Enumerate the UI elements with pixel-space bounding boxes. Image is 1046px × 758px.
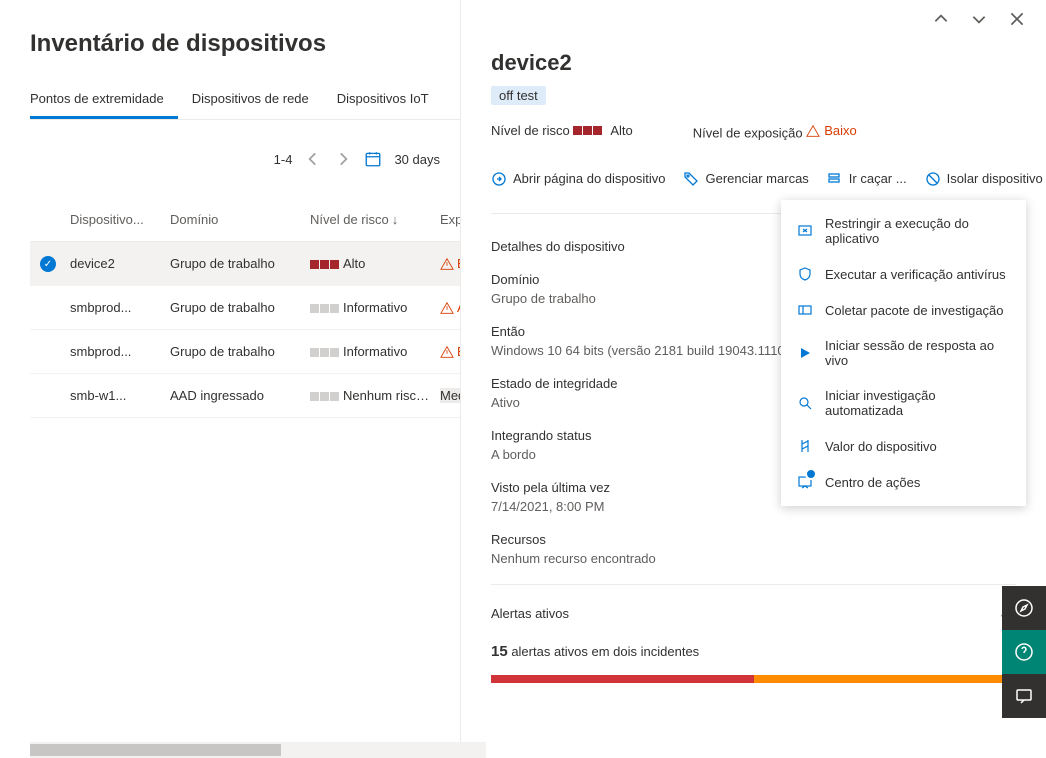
table-header: Dispositivo... Domínio Nível de risco↓ E… — [30, 198, 460, 242]
field-resources-label: Recursos — [491, 532, 1016, 547]
menu-automated-investigation[interactable]: Iniciar investigação automatizada — [781, 378, 1026, 428]
cell-exposure: Alto — [440, 300, 460, 315]
alerts-count-text: 15 alertas ativos em dois incidentes — [491, 643, 1016, 660]
cell-domain: Grupo de trabalho — [170, 300, 310, 315]
row-count: 1-4 — [274, 152, 293, 167]
table-row[interactable]: ✓ device2 Grupo de trabalho Alto Baixo — [30, 242, 460, 286]
active-alerts-title: Alertas ativos — [491, 606, 569, 621]
cell-risk: Informativo — [310, 344, 440, 359]
prev-page-button[interactable] — [304, 150, 322, 168]
fab-feedback-button[interactable] — [1002, 674, 1046, 718]
tabs-bar: Pontos de extremidade Dispositivos de re… — [30, 83, 460, 120]
cell-exposure: Medio ... — [440, 388, 460, 403]
go-hunt-button[interactable]: Ir caçar ... — [827, 171, 907, 187]
table-row[interactable]: smbprod... Grupo de trabalho Informativo… — [30, 286, 460, 330]
table-row[interactable]: smb-w1... AAD ingressado Nenhum risco co… — [30, 374, 460, 418]
tab-endpoints[interactable]: Pontos de extremidade — [30, 83, 178, 119]
col-exposure[interactable]: Exposição de... — [440, 212, 460, 227]
device-tag[interactable]: off test — [491, 86, 546, 105]
cell-device: smbprod... — [70, 344, 170, 359]
time-range[interactable]: 30 days — [394, 152, 440, 167]
tab-network-devices[interactable]: Dispositivos de rede — [192, 83, 323, 119]
list-toolbar: 1-4 30 days — [30, 150, 460, 168]
menu-restrict-app[interactable]: Restringir a execução do aplicativo — [781, 206, 1026, 256]
page-title: Inventário de dispositivos — [30, 30, 460, 58]
cell-exposure: Baixo — [440, 256, 460, 271]
next-page-button[interactable] — [334, 150, 352, 168]
cell-exposure: Baixo — [440, 344, 460, 359]
floating-buttons — [1002, 586, 1046, 718]
cell-risk: Informativo — [310, 300, 440, 315]
isolate-device-button[interactable]: Isolar dispositivo — [925, 171, 1043, 187]
horizontal-scrollbar[interactable] — [30, 742, 486, 758]
selected-check-icon: ✓ — [40, 256, 56, 272]
cell-device: smbprod... — [70, 300, 170, 315]
actions-menu: Restringir a execução do aplicativo Exec… — [781, 200, 1026, 506]
cell-device: smb-w1... — [70, 388, 170, 403]
device-panel: device2 off test Nível de risco Alto Nív… — [460, 0, 1046, 758]
sort-desc-icon: ↓ — [392, 212, 399, 227]
cell-domain: Grupo de trabalho — [170, 344, 310, 359]
cell-device: device2 — [70, 256, 170, 271]
panel-down-button[interactable] — [970, 10, 988, 28]
manage-tags-button[interactable]: Gerenciar marcas — [683, 171, 808, 187]
menu-collect-package[interactable]: Coletar pacote de investigação — [781, 292, 1026, 328]
cell-risk: Alto — [310, 256, 440, 271]
cell-domain: Grupo de trabalho — [170, 256, 310, 271]
menu-device-value[interactable]: Valor do dispositivo — [781, 428, 1026, 464]
tab-iot-devices[interactable]: Dispositivos IoT — [337, 83, 443, 119]
panel-close-button[interactable] — [1008, 10, 1026, 28]
calendar-icon[interactable] — [364, 150, 382, 168]
table-row[interactable]: smbprod... Grupo de trabalho Informativo… — [30, 330, 460, 374]
fab-compass-button[interactable] — [1002, 586, 1046, 630]
menu-run-antivirus[interactable]: Executar a verificação antivírus — [781, 256, 1026, 292]
open-device-page-button[interactable]: Abrir página do dispositivo — [491, 171, 665, 187]
panel-up-button[interactable] — [932, 10, 950, 28]
menu-live-response[interactable]: Iniciar sessão de resposta ao vivo — [781, 328, 1026, 378]
col-domain[interactable]: Domínio — [170, 212, 310, 227]
col-risk[interactable]: Nível de risco↓ — [310, 212, 440, 227]
cell-risk: Nenhum risco conhecido — [310, 388, 440, 403]
device-name: device2 — [491, 50, 1016, 76]
alerts-severity-bar — [491, 675, 1016, 683]
exposure-level-label: Nível de exposição Baixo — [693, 123, 857, 141]
cell-domain: AAD ingressado — [170, 388, 310, 403]
risk-level-label: Nível de risco Alto — [491, 123, 633, 141]
fab-help-button[interactable] — [1002, 630, 1046, 674]
notification-dot-icon — [805, 468, 817, 480]
field-resources-value: Nenhum recurso encontrado — [491, 551, 1016, 566]
col-device[interactable]: Dispositivo... — [70, 212, 170, 227]
menu-action-center[interactable]: Centro de ações — [781, 464, 1026, 500]
